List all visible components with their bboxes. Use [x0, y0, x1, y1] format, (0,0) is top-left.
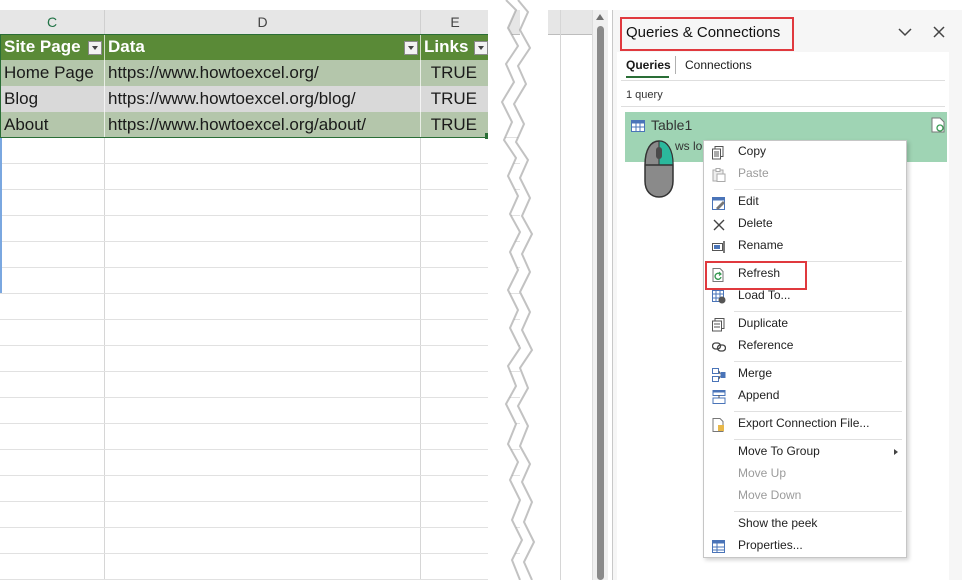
table-selection-border — [0, 34, 490, 138]
context-menu: Copy Paste Edit Delete Rename Refresh Lo… — [703, 140, 907, 558]
torn-edge — [488, 0, 548, 580]
menu-item-label: Edit — [738, 194, 759, 208]
row-selection-indicator — [0, 137, 2, 293]
grid-line — [0, 371, 520, 372]
menu-item-label: Reference — [738, 338, 794, 352]
paste-icon — [712, 168, 726, 182]
menu-item-duplicate[interactable]: Duplicate — [708, 314, 904, 336]
close-icon[interactable] — [931, 24, 947, 40]
grid-line — [0, 527, 520, 528]
grid-line — [0, 553, 520, 554]
grid-slice — [548, 10, 592, 580]
grid-line — [0, 215, 520, 216]
menu-item-export-connection-file[interactable]: Export Connection File... — [708, 414, 904, 436]
menu-item-copy[interactable]: Copy — [708, 142, 904, 164]
menu-item-label: Move Up — [738, 466, 787, 480]
menu-item-label: Show the peek — [738, 516, 818, 530]
chevron-down-icon[interactable] — [897, 24, 913, 40]
grid-line — [0, 163, 520, 164]
delete-icon — [713, 219, 725, 231]
grid-line — [0, 267, 520, 268]
menu-item-move-to-group[interactable]: Move To Group — [708, 442, 904, 464]
tabs-bottom-border — [621, 80, 945, 81]
menu-item-label: Duplicate — [738, 316, 789, 330]
menu-item-paste[interactable]: Paste — [708, 164, 904, 186]
vertical-scrollbar[interactable] — [592, 10, 608, 580]
menu-item-merge[interactable]: Merge — [708, 364, 904, 386]
table-icon — [631, 119, 645, 137]
menu-item-label: Move Down — [738, 488, 802, 502]
grid-line — [0, 423, 520, 424]
menu-item-label: Load To... — [738, 288, 791, 302]
edit-icon — [712, 197, 725, 210]
menu-item-show-the-peek[interactable]: Show the peek — [708, 514, 904, 536]
menu-item-edit[interactable]: Edit — [708, 192, 904, 214]
menu-separator — [734, 361, 902, 362]
menu-item-label: Rename — [738, 238, 784, 252]
grid-line — [0, 501, 520, 502]
menu-separator — [734, 311, 902, 312]
menu-item-label: Append — [738, 388, 780, 402]
refresh-status-icon — [931, 117, 945, 138]
menu-item-label: Paste — [738, 166, 769, 180]
merge-icon — [712, 368, 726, 382]
tab-queries[interactable]: Queries — [626, 58, 671, 72]
grid-line — [0, 293, 520, 294]
grid-line — [0, 397, 520, 398]
menu-item-label: Properties... — [738, 538, 803, 552]
link-icon — [712, 342, 726, 352]
column-header-d[interactable]: D — [105, 10, 421, 35]
menu-item-move-up[interactable]: Move Up — [708, 464, 904, 486]
grid-line — [0, 345, 520, 346]
tab-connections[interactable]: Connections — [685, 58, 752, 72]
submenu-arrow-icon — [894, 449, 898, 455]
grid-line — [0, 189, 520, 190]
menu-item-label: Delete — [738, 216, 773, 230]
grid-line — [0, 319, 520, 320]
menu-separator — [734, 439, 902, 440]
menu-item-properties[interactable]: Properties... — [708, 536, 904, 558]
query-name: Table1 — [651, 117, 693, 133]
menu-separator — [734, 189, 902, 190]
copy-icon — [712, 146, 724, 160]
column-header-c[interactable]: C — [0, 10, 105, 35]
properties-icon — [712, 540, 725, 553]
menu-item-label: Merge — [738, 366, 773, 380]
title-highlight-box — [620, 17, 794, 51]
grid-line — [0, 449, 520, 450]
query-status: ws lo — [675, 139, 703, 153]
menu-separator — [734, 511, 902, 512]
mouse-illustration-icon — [644, 140, 674, 198]
duplicate-icon — [712, 318, 725, 332]
menu-item-load-to[interactable]: Load To... — [708, 286, 904, 308]
menu-item-label: Move To Group — [738, 444, 820, 458]
menu-item-move-down[interactable]: Move Down — [708, 486, 904, 508]
menu-item-delete[interactable]: Delete — [708, 214, 904, 236]
query-count: 1 query — [626, 89, 663, 101]
menu-separator — [734, 411, 902, 412]
scroll-up-arrow-icon[interactable] — [596, 14, 604, 20]
menu-item-rename[interactable]: Rename — [708, 236, 904, 258]
scrollbar-thumb[interactable] — [597, 26, 604, 580]
export-file-icon — [712, 418, 724, 432]
rename-icon — [712, 241, 725, 253]
menu-item-reference[interactable]: Reference — [708, 336, 904, 358]
spreadsheet: C D E Site Page Data Links Home Page htt… — [0, 0, 520, 580]
menu-item-label: Copy — [738, 144, 767, 158]
tab-underline — [626, 76, 669, 78]
menu-item-label: Export Connection File... — [738, 416, 870, 430]
column-header-e[interactable]: E — [421, 10, 490, 35]
query-count-divider — [621, 106, 945, 107]
menu-item-append[interactable]: Append — [708, 386, 904, 408]
grid-line — [0, 475, 520, 476]
grid-line — [0, 241, 520, 242]
tab-divider — [675, 56, 676, 74]
append-icon — [712, 390, 726, 404]
load-to-icon — [712, 290, 726, 304]
